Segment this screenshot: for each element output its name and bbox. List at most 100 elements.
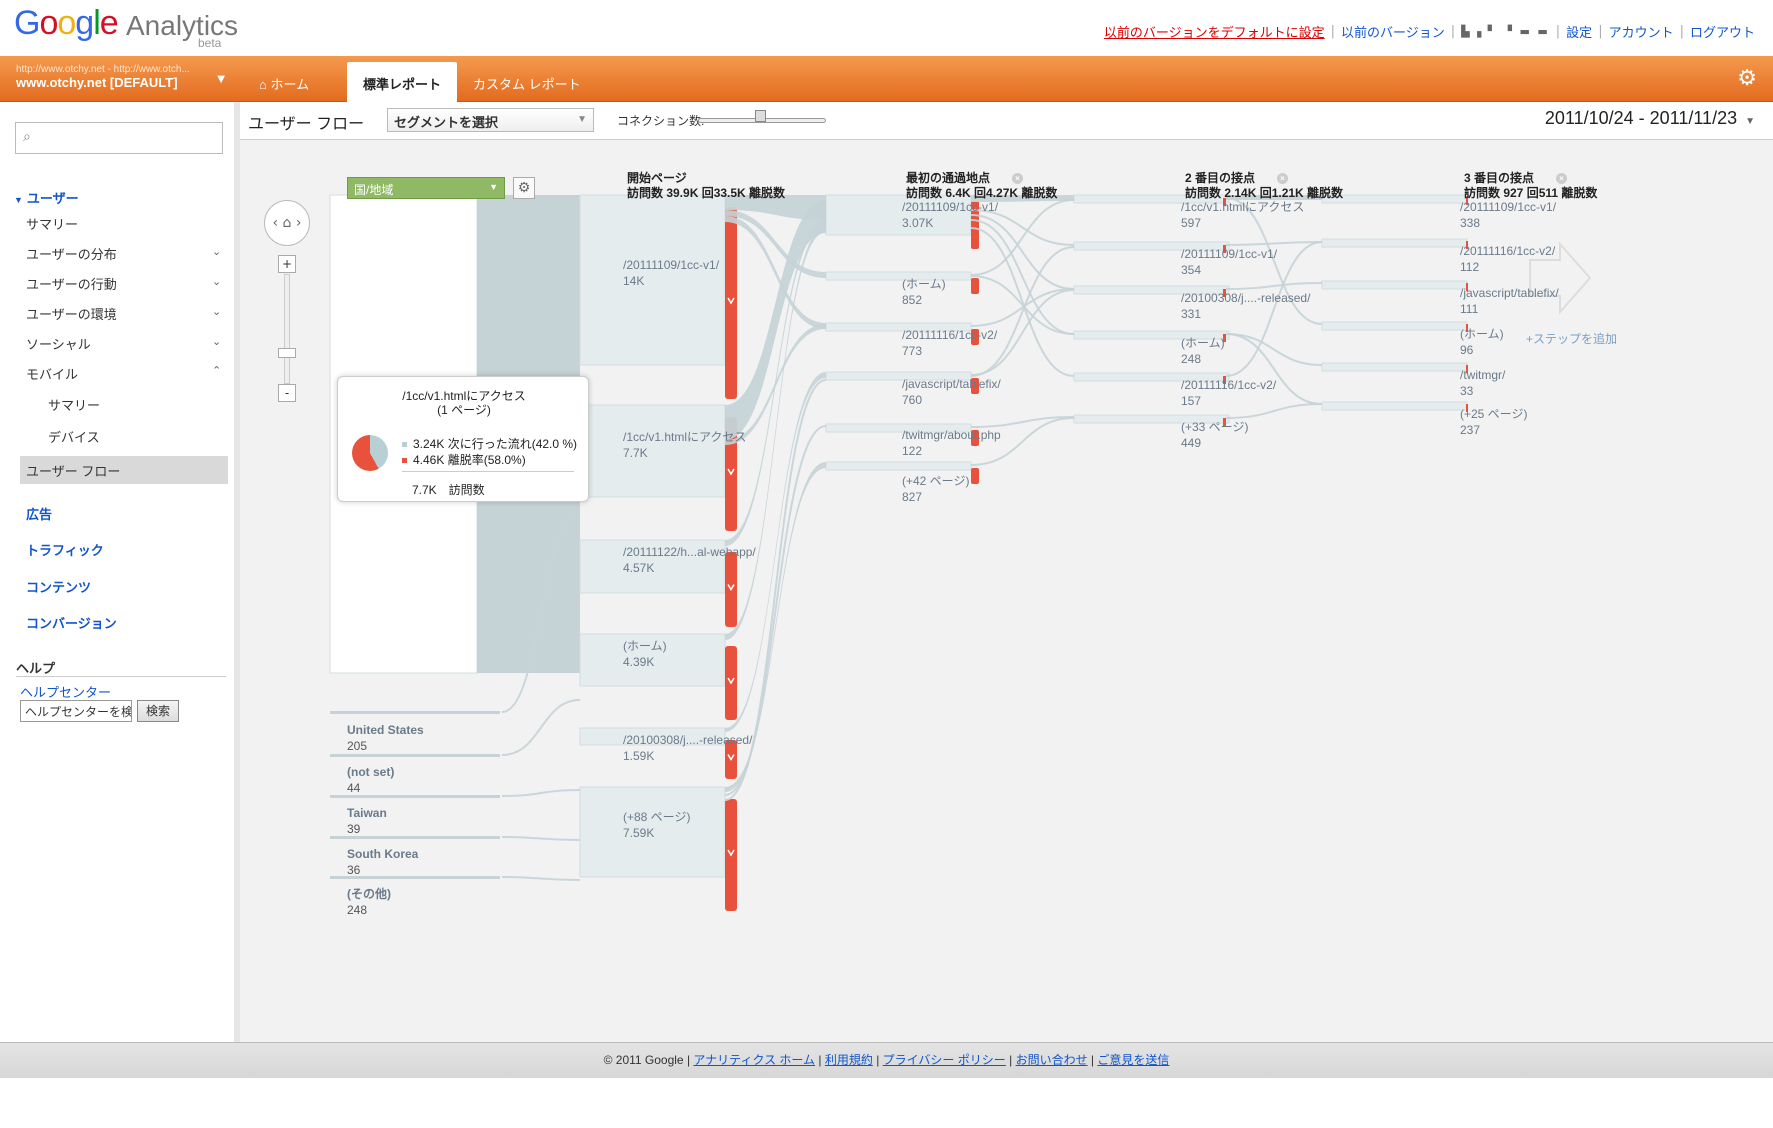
step1-node-label[interactable]: /javascript/tablefix/760 <box>902 376 1001 408</box>
start-node-label[interactable]: /20111109/1cc-v1/14K <box>623 257 719 289</box>
zoom-out-button[interactable]: - <box>278 384 296 402</box>
step1-node-label[interactable]: /20111116/1cc-v2/773 <box>902 327 997 359</box>
close-icon[interactable]: × <box>1277 173 1289 185</box>
chevron-down-icon[interactable]: ⌄ <box>212 245 221 258</box>
step2-node-label[interactable]: (+33 ページ) 449 <box>1181 419 1248 451</box>
source-value: 39 <box>347 822 361 836</box>
node-value: 7.7K <box>623 446 648 460</box>
start-node-label[interactable]: /20111122/h...al-webapp/4.57K <box>623 544 756 576</box>
start-node-label[interactable]: (ホーム) 4.39K <box>623 638 667 670</box>
sidebar-section-conversions[interactable]: コンバージョン <box>26 613 117 632</box>
flow-link <box>1225 241 1323 246</box>
footer-link-contact[interactable]: お問い合わせ <box>1016 1053 1088 1067</box>
sidebar-section-content[interactable]: コンテンツ <box>26 577 91 596</box>
step2-node-label[interactable]: /1cc/v1.htmlにアクセス 597 <box>1181 199 1304 231</box>
help-search-input[interactable]: ヘルプセンターを検索 <box>20 700 132 722</box>
top-header: Google Analytics beta 以前のバージョンをデフォルトに設定 … <box>0 0 1773 56</box>
set-old-default-link[interactable]: 以前のバージョンをデフォルトに設定 <box>1104 22 1325 41</box>
help-center-link[interactable]: ヘルプセンター <box>20 682 111 701</box>
sidebar-section-users[interactable]: ▼ ユーザー <box>14 188 79 207</box>
source-label[interactable]: Taiwan 39 <box>347 805 387 837</box>
segment-select[interactable]: セグメントを選択 ▼ <box>387 108 594 132</box>
tooltip-dropoff-text: 4.46K 離脱率(58.0%) <box>413 453 526 467</box>
gear-icon[interactable]: ⚙ <box>513 177 535 199</box>
step3-node-label[interactable]: /20111109/1cc-v1/338 <box>1460 199 1556 231</box>
chevron-down-icon[interactable]: ⌄ <box>212 275 221 288</box>
flow-diagram[interactable] <box>240 140 1773 1042</box>
step2-node-label[interactable]: /20111116/1cc-v2/157 <box>1181 377 1276 409</box>
step3-node-label[interactable]: /twitmgr/33 <box>1460 367 1505 399</box>
start-node-label[interactable]: /1cc/v1.htmlにアクセス 7.7K <box>623 429 746 461</box>
old-version-link[interactable]: 以前のバージョン <box>1341 22 1445 41</box>
add-step-link[interactable]: +ステップを追加 <box>1526 330 1617 347</box>
zoom-slider[interactable] <box>284 274 290 384</box>
footer-link-privacy[interactable]: プライバシー ポリシー <box>883 1053 1006 1067</box>
connections-label: コネクション数: <box>617 114 705 128</box>
logout-link[interactable]: ログアウト <box>1690 22 1755 41</box>
tab-home[interactable]: ⌂ ホーム <box>243 62 325 102</box>
flow-link <box>970 416 1075 428</box>
settings-link[interactable]: 設定 <box>1566 22 1592 41</box>
zoom-slider-handle[interactable] <box>278 348 296 358</box>
divider <box>402 471 574 472</box>
sidebar-section-traffic[interactable]: トラフィック <box>26 540 104 559</box>
step3-node-label[interactable]: /20111116/1cc-v2/112 <box>1460 243 1555 275</box>
source-value: 44 <box>347 781 361 795</box>
home-pan-control[interactable]: ‹ ⌂ › <box>264 200 310 246</box>
node-value: 338 <box>1460 216 1481 230</box>
sidebar-item-devices[interactable]: デバイス <box>48 427 100 446</box>
tab-standard-reports[interactable]: 標準レポート <box>347 62 458 102</box>
account-selector[interactable]: http://www.otchy.net - http://www.otch..… <box>0 56 235 102</box>
date-range-picker[interactable]: 2011/10/24 - 2011/11/23 ▼ <box>1545 108 1755 129</box>
sidebar-item-behavior[interactable]: ユーザーの行動 <box>26 274 117 293</box>
chevron-down-icon: ▼ <box>489 182 498 192</box>
node-value: 7.59K <box>623 826 655 840</box>
help-search-button[interactable]: 検索 <box>137 700 179 722</box>
country-link <box>501 789 581 797</box>
source-label[interactable]: South Korea 36 <box>347 846 418 878</box>
sidebar-item-technology[interactable]: ユーザーの環境 <box>26 304 117 323</box>
chevron-up-icon[interactable]: ⌃ <box>212 364 221 377</box>
step2-node-label[interactable]: /20100308/j....-released/331 <box>1181 290 1310 322</box>
sidebar-section-ads[interactable]: 広告 <box>26 504 52 523</box>
step1-node-label[interactable]: (ホーム) 852 <box>902 276 946 308</box>
step1-node-label[interactable]: /twitmgr/about.php 122 <box>902 427 1001 459</box>
chevron-down-icon[interactable]: ⌄ <box>212 305 221 318</box>
zoom-in-button[interactable]: + <box>278 255 296 273</box>
step1-node-label[interactable]: (+42 ページ) 827 <box>902 473 969 505</box>
source-label[interactable]: United States 205 <box>347 722 424 754</box>
sidebar-item-social[interactable]: ソーシャル <box>26 334 91 353</box>
step3-node-label[interactable]: (+25 ページ) 237 <box>1460 406 1527 438</box>
step2-node-label[interactable]: /20111109/1cc-v1/354 <box>1181 246 1277 278</box>
sidebar-search-input[interactable]: ⌕ <box>15 122 223 154</box>
sidebar-item-demographics[interactable]: ユーザーの分布 <box>26 244 117 263</box>
step2-node-label[interactable]: (ホーム) 248 <box>1181 335 1225 367</box>
sidebar-item-mobile[interactable]: モバイル <box>26 364 78 383</box>
close-icon[interactable]: × <box>1012 173 1024 185</box>
source-label[interactable]: (その他) 248 <box>347 886 391 918</box>
step1-node-label[interactable]: /20111109/1cc-v1/3.07K <box>902 199 998 231</box>
google-logo[interactable]: Google <box>14 4 119 43</box>
tab-custom-reports[interactable]: カスタム レポート <box>457 62 597 102</box>
close-icon[interactable]: × <box>1556 173 1568 185</box>
chevron-down-icon[interactable]: ⌄ <box>212 335 221 348</box>
gear-icon[interactable]: ⚙ <box>1737 66 1757 91</box>
node-value: 14K <box>623 274 645 288</box>
sidebar-item-mobile-summary[interactable]: サマリー <box>48 395 100 414</box>
footer-link-terms[interactable]: 利用規約 <box>825 1053 873 1067</box>
step3-node-label[interactable]: /javascript/tablefix/111 <box>1460 285 1559 317</box>
footer-link-analytics-home[interactable]: アナリティクス ホーム <box>693 1053 815 1067</box>
source-label[interactable]: (not set) 44 <box>347 764 394 796</box>
step3-node-label[interactable]: (ホーム) 96 <box>1460 326 1504 358</box>
footer-link-feedback[interactable]: ご意見を送信 <box>1097 1053 1169 1067</box>
node-name: /twitmgr/about.php <box>902 428 1001 442</box>
node-value: 1.59K <box>623 749 655 763</box>
node-name: /20100308/j....-released/ <box>1181 291 1311 305</box>
dimension-select[interactable]: 国/地域 ▼ <box>347 177 505 199</box>
sidebar-item-summary[interactable]: サマリー <box>26 214 78 233</box>
main-content: ユーザー フロー セグメントを選択 ▼ コネクション数: 2011/10/24 -… <box>240 102 1773 1042</box>
start-node-label[interactable]: (+88 ページ) 7.59K <box>623 809 690 841</box>
connections-slider-handle[interactable] <box>755 110 766 122</box>
start-node-label[interactable]: /20100308/j....-released/1.59K <box>623 732 752 764</box>
account-link[interactable]: アカウント <box>1609 22 1674 41</box>
